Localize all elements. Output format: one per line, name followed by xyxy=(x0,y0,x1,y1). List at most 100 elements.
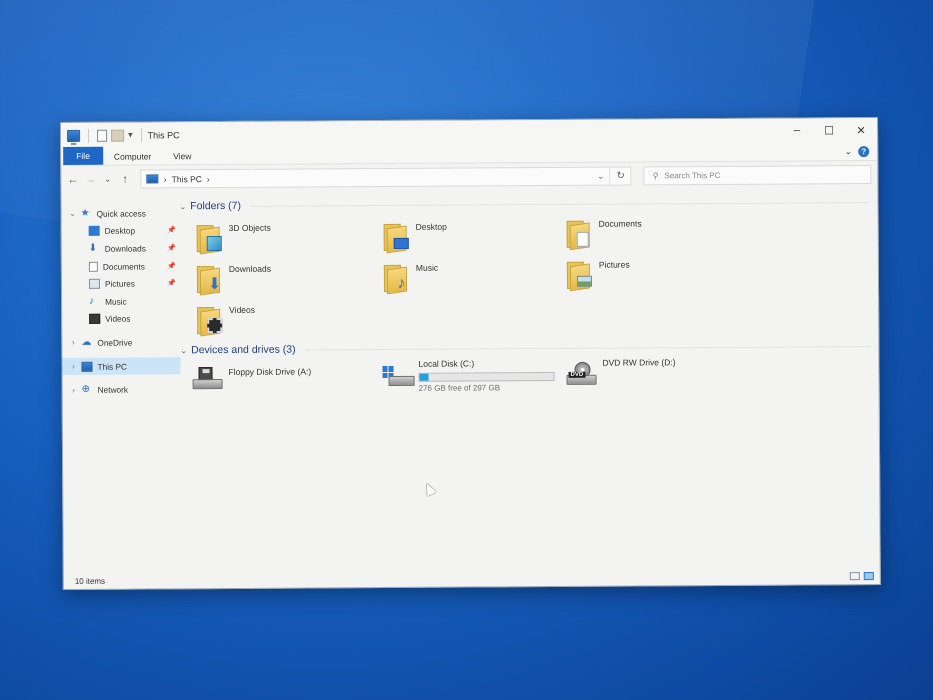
pictures-icon xyxy=(88,278,101,289)
refresh-icon[interactable]: ↻ xyxy=(610,166,632,186)
breadcrumb-separator-icon[interactable]: › xyxy=(207,174,210,184)
drive-label: Local Disk (C:) xyxy=(418,358,475,369)
tab-computer[interactable]: Computer xyxy=(103,148,162,164)
folder-label: Documents xyxy=(598,218,642,229)
music-folder-icon: ♪ xyxy=(383,263,410,295)
collapsed-chevron-icon[interactable]: › xyxy=(68,362,78,371)
folder-tile-documents[interactable]: Documents xyxy=(566,218,737,251)
help-icon[interactable]: ? xyxy=(858,146,870,158)
breadcrumb-separator-icon[interactable]: › xyxy=(164,174,167,184)
sidebar-item-label: Downloads xyxy=(104,243,146,254)
3d-objects-folder-icon xyxy=(196,223,223,255)
expanded-chevron-icon[interactable]: ⌄ xyxy=(179,202,186,211)
expand-ribbon-chevron-icon[interactable]: ⌄ xyxy=(845,146,853,157)
folder-label: 3D Objects xyxy=(228,222,271,233)
sidebar-item-downloads[interactable]: ⬇ Downloads 📌 xyxy=(62,239,180,257)
folder-tile-music[interactable]: ♪ Music xyxy=(383,262,554,295)
sidebar-item-label: Desktop xyxy=(104,225,136,237)
folder-tile-videos[interactable]: Videos xyxy=(197,304,367,337)
items-view: ⌄ Folders (7) 3D Objects Desktop Documen… xyxy=(179,190,879,572)
divider xyxy=(250,201,870,207)
downloads-icon: ⬇ xyxy=(88,242,98,254)
tab-view[interactable]: View xyxy=(162,148,202,164)
breadcrumb-this-pc[interactable]: This PC xyxy=(172,174,202,184)
folder-label: Downloads xyxy=(228,263,271,274)
folder-tile-3d-objects[interactable]: 3D Objects xyxy=(196,222,367,255)
item-count: 10 items xyxy=(74,576,106,586)
sidebar-item-music[interactable]: ♪ Music xyxy=(62,292,180,310)
navigation-bar: ← → ⌄ ↑ › This PC › ⌄ ↻ ⚲ Search This PC xyxy=(61,161,877,193)
videos-folder-icon xyxy=(197,305,223,337)
details-view-icon[interactable] xyxy=(849,572,860,581)
this-pc-icon xyxy=(81,361,93,372)
videos-icon xyxy=(89,314,101,325)
sidebar-item-label: Pictures xyxy=(104,278,136,289)
drive-free-space: 276 GB free of 297 GB xyxy=(418,383,501,393)
sidebar-item-network[interactable]: › ⊕ Network xyxy=(63,381,181,399)
divider xyxy=(305,345,871,351)
sidebar-item-desktop[interactable]: Desktop 📌 xyxy=(62,222,180,240)
this-pc-icon xyxy=(67,129,81,142)
minimize-button[interactable]: – xyxy=(781,124,813,137)
this-pc-icon xyxy=(146,174,159,184)
onedrive-icon: ☁ xyxy=(81,336,92,348)
folder-tile-downloads[interactable]: ⬇ Downloads xyxy=(196,263,367,296)
search-input[interactable]: ⚲ Search This PC xyxy=(643,165,872,186)
hard-disk-icon xyxy=(382,364,415,390)
pictures-folder-icon xyxy=(566,260,593,292)
folder-tile-pictures[interactable]: Pictures xyxy=(566,259,737,292)
folders-heading: Folders (7) xyxy=(190,199,242,213)
maximize-button[interactable]: ☐ xyxy=(813,124,845,137)
drive-tile-dvd[interactable]: DVD DVD RW Drive (D:) xyxy=(566,357,756,388)
customize-toolbar-chevron-icon[interactable]: ▾ xyxy=(128,130,133,141)
pin-icon: 📌 xyxy=(167,262,176,270)
search-icon: ⚲ xyxy=(652,171,659,181)
pin-icon: 📌 xyxy=(167,280,177,288)
collapsed-chevron-icon[interactable]: › xyxy=(68,338,78,347)
mouse-cursor-icon xyxy=(422,481,437,497)
expanded-chevron-icon[interactable]: ⌄ xyxy=(180,346,187,355)
sidebar-item-documents[interactable]: Documents 📌 xyxy=(62,257,180,275)
music-icon: ♪ xyxy=(89,295,95,307)
devices-group-header[interactable]: ⌄ Devices and drives (3) xyxy=(180,340,871,357)
folders-group-header[interactable]: ⌄ Folders (7) xyxy=(179,196,870,213)
dvd-drive-icon: DVD xyxy=(566,361,597,388)
expanded-chevron-icon[interactable]: ⌄ xyxy=(68,209,78,218)
window-controls: – ☐ ✕ xyxy=(781,124,877,138)
window-title: This PC xyxy=(147,129,180,140)
desktop-icon xyxy=(88,226,100,237)
file-explorer-window: ▾ This PC – ☐ ✕ File Computer View ⌄ ? ←… xyxy=(60,117,881,590)
folder-tile-desktop[interactable]: Desktop xyxy=(383,221,554,254)
close-button[interactable]: ✕ xyxy=(845,124,877,137)
sidebar-item-label: Documents xyxy=(102,261,145,272)
collapsed-chevron-icon[interactable]: › xyxy=(69,386,79,395)
pin-icon: 📌 xyxy=(166,227,176,235)
sidebar-item-label: Videos xyxy=(105,313,131,325)
disk-usage-fill xyxy=(419,373,429,381)
forward-arrow-icon[interactable]: → xyxy=(85,173,96,185)
sidebar-item-label: OneDrive xyxy=(97,337,133,348)
drive-tile-local-disk[interactable]: Local Disk (C:) 276 GB free of 297 GB xyxy=(382,358,572,393)
drive-label: DVD RW Drive (D:) xyxy=(602,357,676,368)
sidebar-item-pictures[interactable]: Pictures 📌 xyxy=(62,275,180,293)
large-icons-view-icon[interactable] xyxy=(863,572,874,581)
sidebar-item-this-pc[interactable]: › This PC xyxy=(62,357,181,376)
recent-locations-chevron-icon[interactable]: ⌄ xyxy=(102,175,113,184)
drive-tile-floppy[interactable]: Floppy Disk Drive (A:) xyxy=(192,366,373,393)
tab-file[interactable]: File xyxy=(63,146,103,165)
new-folder-icon[interactable] xyxy=(111,129,125,142)
address-dropdown-chevron-icon[interactable]: ⌄ xyxy=(592,172,610,181)
downloads-folder-icon: ⬇ xyxy=(196,264,223,296)
sidebar-item-onedrive[interactable]: › ☁ OneDrive xyxy=(62,333,180,351)
sidebar-item-label: Music xyxy=(105,296,127,307)
drive-label: Floppy Disk Drive (A:) xyxy=(228,366,312,377)
pin-icon: 📌 xyxy=(167,245,176,253)
back-arrow-icon[interactable]: ← xyxy=(67,173,78,185)
devices-heading: Devices and drives (3) xyxy=(191,343,296,357)
explorer-content: ⌄ ★ Quick access Desktop 📌 ⬇ Downloads 📌… xyxy=(61,190,879,573)
properties-icon[interactable] xyxy=(97,129,108,142)
sidebar-item-videos[interactable]: Videos xyxy=(62,310,180,328)
up-arrow-icon[interactable]: ↑ xyxy=(119,173,130,185)
address-bar[interactable]: › This PC › ⌄ xyxy=(140,166,611,189)
sidebar-item-quick-access[interactable]: ⌄ ★ Quick access xyxy=(62,204,180,222)
